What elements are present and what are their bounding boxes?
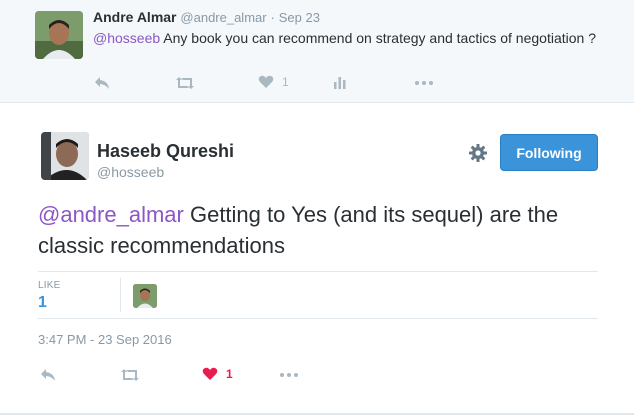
parent-tweet[interactable]: Andre Almar @andre_almar · Sep 23 @hosse… bbox=[0, 0, 634, 103]
main-author-handle[interactable]: @hosseeb bbox=[97, 164, 164, 180]
tweet-timestamp[interactable]: 3:47 PM - 23 Sep 2016 bbox=[38, 332, 172, 347]
main-tweet: Haseeb Qureshi @hosseeb Following @andre… bbox=[0, 103, 634, 415]
parent-text-body: Any book you can recommend on strategy a… bbox=[160, 30, 596, 46]
parent-avatar[interactable] bbox=[35, 11, 83, 59]
parent-date[interactable]: Sep 23 bbox=[279, 10, 320, 25]
parent-author-handle[interactable]: @andre_almar bbox=[180, 10, 266, 25]
main-tweet-text: @andre_almar Getting to Yes (and its seq… bbox=[38, 199, 608, 261]
more-dots-icon bbox=[280, 373, 298, 377]
reply-icon bbox=[41, 369, 55, 381]
main-like-button[interactable]: 1 bbox=[202, 367, 233, 381]
reply-button[interactable] bbox=[94, 76, 110, 90]
separator-dot: · bbox=[270, 10, 275, 25]
retweet-icon bbox=[176, 77, 194, 89]
following-button[interactable]: Following bbox=[500, 134, 598, 171]
main-like-count: 1 bbox=[226, 367, 233, 381]
parent-header: Andre Almar @andre_almar · Sep 23 bbox=[93, 9, 320, 25]
tweet-stats: LIKE 1 bbox=[38, 271, 598, 319]
like-stat-value[interactable]: 1 bbox=[38, 294, 47, 312]
parent-mention-link[interactable]: @hosseeb bbox=[93, 30, 160, 46]
analytics-button[interactable] bbox=[333, 76, 347, 90]
main-mention-link[interactable]: @andre_almar bbox=[38, 202, 184, 227]
main-reply-button[interactable] bbox=[40, 368, 56, 382]
main-author-name[interactable]: Haseeb Qureshi bbox=[97, 141, 234, 162]
main-more-button[interactable] bbox=[280, 373, 298, 377]
stat-divider bbox=[120, 278, 121, 312]
retweet-button[interactable] bbox=[175, 76, 195, 90]
parent-tweet-text: @hosseeb Any book you can recommend on s… bbox=[93, 29, 613, 47]
like-count: 1 bbox=[282, 75, 289, 89]
liker-avatar[interactable] bbox=[133, 284, 157, 308]
settings-gear-icon[interactable] bbox=[468, 143, 488, 163]
main-retweet-button[interactable] bbox=[120, 368, 140, 382]
like-stat-label: LIKE bbox=[38, 280, 61, 291]
retweet-icon bbox=[121, 369, 139, 381]
heart-icon bbox=[258, 75, 274, 88]
like-button[interactable]: 1 bbox=[258, 75, 289, 89]
more-dots-icon bbox=[415, 81, 433, 85]
parent-author-name[interactable]: Andre Almar bbox=[93, 9, 177, 25]
more-button[interactable] bbox=[415, 81, 433, 85]
heart-filled-icon bbox=[202, 367, 218, 380]
main-avatar[interactable] bbox=[41, 132, 89, 180]
analytics-icon bbox=[334, 77, 346, 89]
reply-icon bbox=[95, 77, 109, 89]
